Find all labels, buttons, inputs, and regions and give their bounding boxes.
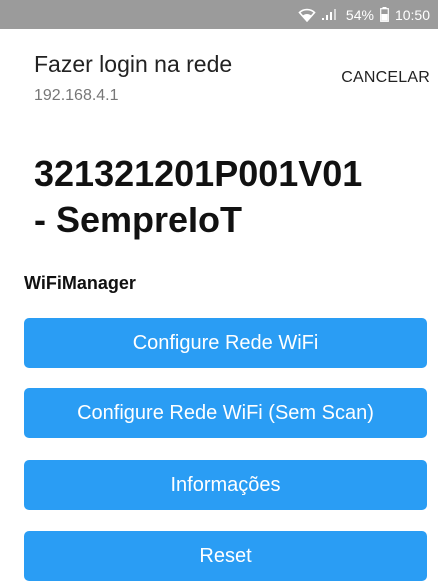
battery-icon: [380, 7, 389, 22]
page-title: 321321201P001V01 - SempreIoT: [34, 151, 424, 243]
wifi-icon: [298, 8, 316, 22]
page-content: 321321201P001V01 - SempreIoT WiFiManager…: [0, 115, 438, 581]
page-title-line-1: 321321201P001V01: [34, 153, 363, 194]
status-time: 10:50: [394, 6, 430, 23]
cancel-button[interactable]: CANCELAR: [337, 65, 434, 91]
signal-icon: [321, 8, 340, 21]
configure-wifi-button[interactable]: Configure Rede WiFi: [24, 318, 427, 368]
info-button[interactable]: Informações: [24, 460, 427, 510]
app-title: Fazer login na rede: [34, 51, 233, 77]
battery-percentage: 54%: [345, 6, 374, 23]
configure-wifi-no-scan-button[interactable]: Configure Rede WiFi (Sem Scan): [24, 388, 427, 438]
app-header: Fazer login na rede 192.168.4.1 CANCELAR: [0, 29, 438, 115]
page-title-line-2: - SempreIoT: [34, 199, 243, 240]
status-bar: 54% 10:50: [0, 0, 438, 29]
network-address: 192.168.4.1: [34, 87, 119, 104]
section-label: WiFiManager: [24, 273, 136, 293]
